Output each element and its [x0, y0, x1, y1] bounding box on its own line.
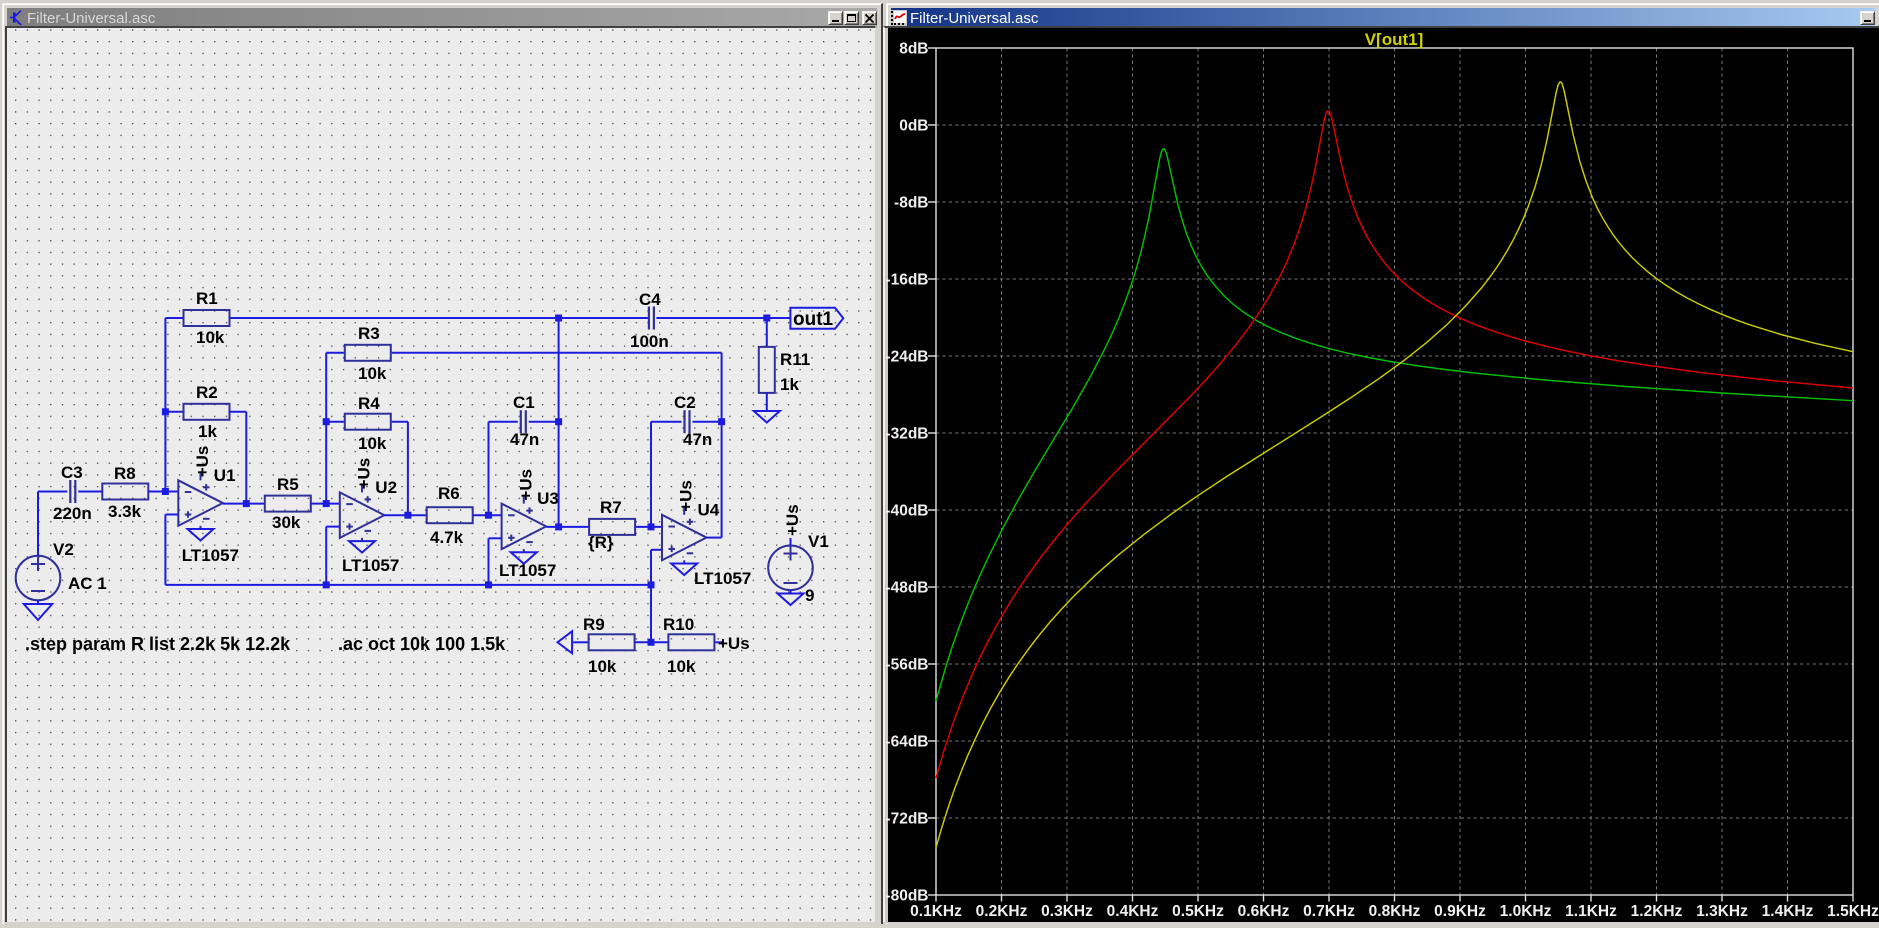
svg-text:R11: R11	[780, 350, 810, 369]
svg-text:1.2KHz: 1.2KHz	[1631, 903, 1683, 920]
svg-text:U4: U4	[698, 500, 720, 519]
svg-text:C4: C4	[639, 290, 661, 309]
svg-text:-24dB: -24dB	[885, 349, 928, 366]
svg-text:out1: out1	[793, 309, 834, 330]
svg-text:0.5KHz: 0.5KHz	[1172, 903, 1224, 920]
svg-text:1.5KHz: 1.5KHz	[1827, 903, 1879, 920]
svg-text:220n: 220n	[53, 504, 92, 523]
svg-text:U1: U1	[214, 466, 236, 485]
svg-text:3.3k: 3.3k	[108, 502, 142, 521]
svg-text:+Us: +Us	[193, 446, 212, 478]
svg-text:R4: R4	[358, 394, 380, 413]
svg-text:R1: R1	[196, 289, 218, 308]
svg-text:+Us: +Us	[516, 469, 535, 501]
svg-text:-48dB: -48dB	[885, 580, 928, 597]
svg-text:R2: R2	[196, 383, 218, 402]
svg-text:.step param R list 2.2k 5k 12.: .step param R list 2.2k 5k 12.2k	[25, 634, 291, 654]
svg-text:1.1KHz: 1.1KHz	[1565, 903, 1617, 920]
svg-text:47n: 47n	[510, 430, 539, 449]
svg-text:V2: V2	[53, 540, 74, 559]
svg-text:R10: R10	[663, 615, 694, 634]
svg-text:C2: C2	[674, 393, 696, 412]
svg-text:1.4KHz: 1.4KHz	[1762, 903, 1814, 920]
svg-text:U2: U2	[375, 478, 397, 497]
svg-text:R3: R3	[358, 324, 380, 343]
svg-text:10k: 10k	[358, 434, 387, 453]
svg-text:8dB: 8dB	[899, 41, 928, 58]
svg-text:+Us: +Us	[677, 480, 696, 512]
svg-text:-8dB: -8dB	[894, 195, 928, 212]
svg-text:-40dB: -40dB	[885, 503, 928, 520]
svg-text:+Us: +Us	[355, 458, 374, 490]
svg-text:V1: V1	[808, 532, 829, 551]
svg-text:0dB: 0dB	[899, 118, 928, 135]
svg-text:-80dB: -80dB	[885, 888, 928, 905]
svg-text:10k: 10k	[588, 657, 617, 676]
svg-text:0.3KHz: 0.3KHz	[1041, 903, 1093, 920]
svg-text:0.9KHz: 0.9KHz	[1434, 903, 1486, 920]
svg-text:0.8KHz: 0.8KHz	[1369, 903, 1421, 920]
svg-text:0.4KHz: 0.4KHz	[1107, 903, 1159, 920]
svg-text:10k: 10k	[667, 657, 696, 676]
svg-text:AC 1: AC 1	[68, 574, 107, 593]
svg-text:0.1KHz: 0.1KHz	[910, 903, 962, 920]
svg-text:LT1057: LT1057	[694, 569, 751, 588]
svg-text:1.0KHz: 1.0KHz	[1500, 903, 1552, 920]
svg-text:10k: 10k	[196, 328, 225, 347]
svg-text:C1: C1	[513, 393, 535, 412]
svg-text:9: 9	[805, 586, 814, 605]
svg-text:+Us: +Us	[718, 634, 750, 653]
svg-text:0.2KHz: 0.2KHz	[976, 903, 1028, 920]
svg-text:LT1057: LT1057	[342, 556, 399, 575]
svg-text:R7: R7	[600, 498, 622, 517]
svg-text:LT1057: LT1057	[182, 546, 239, 565]
svg-text:LT1057: LT1057	[499, 561, 556, 580]
svg-text:-32dB: -32dB	[885, 426, 928, 443]
svg-text:0.6KHz: 0.6KHz	[1238, 903, 1290, 920]
svg-text:+Us: +Us	[783, 504, 802, 536]
svg-text:1k: 1k	[780, 375, 799, 394]
svg-text:R8: R8	[114, 464, 136, 483]
svg-text:1.3KHz: 1.3KHz	[1696, 903, 1748, 920]
svg-text:R9: R9	[583, 615, 605, 634]
svg-text:C3: C3	[61, 463, 83, 482]
svg-text:-72dB: -72dB	[885, 811, 928, 828]
svg-text:R6: R6	[438, 484, 460, 503]
svg-text:-56dB: -56dB	[885, 657, 928, 674]
svg-text:V[out1]: V[out1]	[1365, 30, 1424, 49]
svg-text:10k: 10k	[358, 364, 387, 383]
svg-text:1k: 1k	[198, 422, 217, 441]
svg-text:0.7KHz: 0.7KHz	[1303, 903, 1355, 920]
svg-text:4.7k: 4.7k	[430, 528, 464, 547]
svg-text:.ac oct 10k 100 1.5k: .ac oct 10k 100 1.5k	[338, 634, 506, 654]
svg-text:47n: 47n	[683, 430, 712, 449]
svg-text:{R}: {R}	[588, 533, 614, 552]
svg-text:U3: U3	[537, 489, 559, 508]
svg-text:30k: 30k	[272, 513, 301, 532]
svg-text:R5: R5	[277, 475, 299, 494]
svg-text:100n: 100n	[630, 332, 669, 351]
svg-text:-16dB: -16dB	[885, 272, 928, 289]
svg-text:-64dB: -64dB	[885, 734, 928, 751]
